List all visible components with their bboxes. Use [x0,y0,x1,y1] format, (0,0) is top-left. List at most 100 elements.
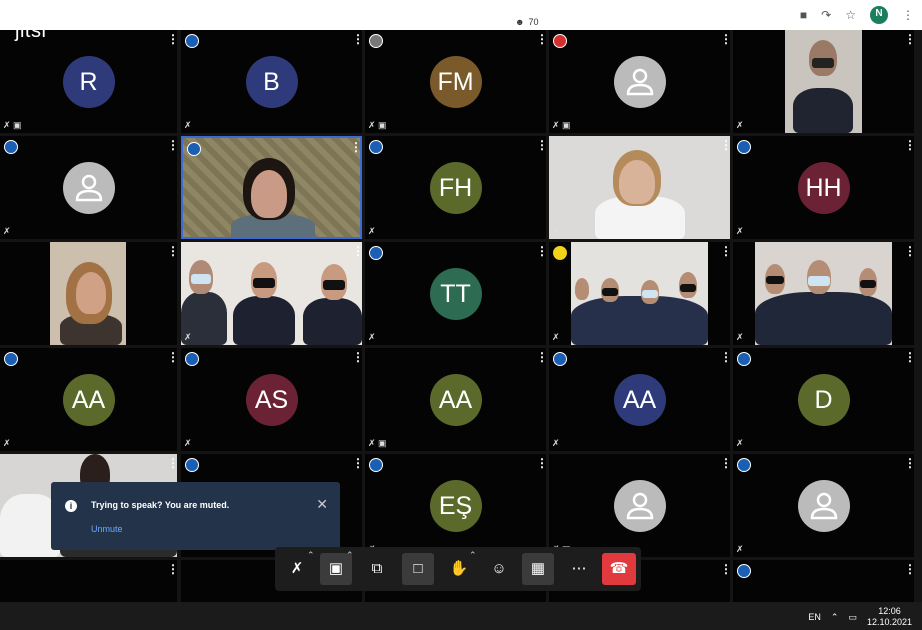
tile-menu-icon[interactable]: ⋮ [720,563,730,575]
mic-muted-icon: ✗ [736,332,744,342]
meeting-duration: 1:29:25 [469,17,503,28]
tile-menu-icon[interactable]: ⋮ [167,33,177,45]
participant-tile[interactable]: ⋮ ✗ [733,242,914,345]
participant-tile[interactable]: ⋮ ✗ [549,242,730,345]
tile-menu-icon[interactable]: ⋮ [904,33,914,45]
tile-menu-icon[interactable]: ⋮ [352,33,362,45]
participant-count-badge[interactable]: ☻ 70 [509,14,545,30]
camera-icon[interactable]: ■ [800,7,807,23]
chat-icon[interactable]: □ [402,553,434,585]
connection-quality-icon [185,352,199,366]
participant-tile[interactable]: ⋮ ✗ [181,242,362,345]
tile-menu-icon[interactable]: ⋮ [720,139,730,151]
mic-muted-icon: ✗ [552,226,560,236]
participant-tile[interactable]: ⋮ ✗ [733,454,914,557]
tile-menu-icon[interactable]: ⋮ [904,245,914,257]
bookmark-star-icon[interactable]: ☆ [845,7,856,23]
participant-tile[interactable]: ⋮ ✗ [549,136,730,239]
unmute-link[interactable]: Unmute [91,524,123,534]
participant-tile[interactable]: TT ⋮ ✗ [365,242,546,345]
default-avatar-icon [613,55,666,108]
mic-muted-icon: ✗ ▣ [368,120,387,130]
tile-menu-icon[interactable]: ⋮ [720,245,730,257]
share-icon[interactable]: ↷ [821,7,831,23]
participant-tile[interactable]: ⋮ ✗ ▣ [549,30,730,133]
tile-menu-icon[interactable]: ⋮ [352,245,362,257]
meeting-info-bar: Dmx 12 10 2021 1:29:25 [380,17,503,28]
tile-menu-icon[interactable]: ⋮ [720,33,730,45]
hang-up-icon[interactable]: ☎ [602,553,636,585]
network-icon[interactable]: ▭ [848,612,857,623]
participant-tile[interactable]: ⋮ [0,242,177,345]
meeting-title: Dmx 12 10 2021 [380,17,454,28]
participant-tile[interactable]: ⋮ ✗ ▣ [549,454,730,557]
close-icon[interactable]: ✕ [316,496,328,513]
clock-time: 12:06 [878,606,901,616]
tile-menu-icon[interactable]: ⋮ [720,457,730,469]
chevron-up-icon[interactable]: ⌃ [307,550,315,561]
participant-tile[interactable]: B ⋮ ✗ [181,30,362,133]
participant-tile[interactable]: ⋮ ✗ [733,30,914,133]
screen-share-icon[interactable]: ⧉ [361,553,393,585]
participant-tile[interactable]: FM ⋮ ✗ ▣ [365,30,546,133]
chevron-up-icon[interactable]: ⌃ [346,550,354,561]
tile-menu-icon[interactable]: ⋮ [167,245,177,257]
connection-quality-icon [185,34,199,48]
dominant-speaker-tile[interactable]: ⋮ [181,136,362,239]
muted-notification: i Trying to speak? You are muted. ✕ Unmu… [51,482,340,550]
participant-avatar: FH [429,161,482,214]
tile-menu-icon[interactable]: ⋮ [536,351,546,363]
tile-menu-icon[interactable]: ⋮ [904,139,914,151]
tile-menu-icon[interactable]: ⋮ [904,457,914,469]
info-icon: i [65,500,77,512]
chevron-up-icon[interactable]: ⌃ [469,550,477,561]
mic-muted-icon: ✗ [184,332,192,342]
tile-menu-icon[interactable]: ⋮ [167,563,177,575]
participant-tile[interactable]: FH ⋮ ✗ [365,136,546,239]
more-options-icon[interactable]: ⋯ [563,553,595,585]
tile-view-icon[interactable]: ▦ [522,553,554,585]
connection-quality-icon [369,458,383,472]
participant-tile[interactable]: ⋮ [733,560,914,602]
participant-avatar: AA [62,373,115,426]
tile-menu-icon[interactable]: ⋮ [536,457,546,469]
participant-tile[interactable]: D ⋮ ✗ [733,348,914,451]
participant-tile[interactable]: R ⋮ ✗ ▣ [0,30,177,133]
participant-tile[interactable]: AA ⋮ ✗ ▣ [365,348,546,451]
participants-icon[interactable]: ☺ [483,553,515,585]
participant-avatar: AS [245,373,298,426]
tile-menu-icon[interactable]: ⋮ [536,245,546,257]
tile-menu-icon[interactable]: ⋮ [536,139,546,151]
participant-avatar: EŞ [429,479,482,532]
tile-menu-icon[interactable]: ⋮ [352,351,362,363]
participant-tile[interactable]: ⋮ ✗ [0,136,177,239]
participant-video [549,136,730,239]
connection-quality-icon [737,352,751,366]
connection-quality-icon [4,352,18,366]
mic-muted-icon: ✗ [736,544,744,554]
participant-tile[interactable]: HH ⋮ ✗ [733,136,914,239]
tile-menu-icon[interactable]: ⋮ [352,457,362,469]
chevron-up-icon[interactable]: ⌃ [831,612,839,623]
tile-menu-icon[interactable]: ⋮ [904,351,914,363]
tile-menu-icon[interactable]: ⋮ [904,563,914,575]
tile-menu-icon[interactable]: ⋮ [167,139,177,151]
clock[interactable]: 12:06 12.10.2021 [867,606,912,628]
connection-quality-icon [4,140,18,154]
profile-avatar[interactable]: N [870,6,888,24]
participant-video [571,242,708,345]
participant-tile[interactable]: AS ⋮ ✗ [181,348,362,451]
participant-tile[interactable]: AA ⋮ ✗ [549,348,730,451]
mic-muted-icon: ✗ [736,120,744,130]
tile-menu-icon[interactable]: ⋮ [167,457,177,469]
participant-tile[interactable]: EŞ ⋮ ✗ [365,454,546,557]
participant-tile[interactable]: ⋮ [0,560,177,602]
menu-kebab-icon[interactable]: ⋮ [902,7,914,23]
language-indicator[interactable]: EN [808,612,821,622]
tile-menu-icon[interactable]: ⋮ [350,141,360,153]
default-avatar-icon [62,161,115,214]
participant-tile[interactable]: AA ⋮ ✗ [0,348,177,451]
tile-menu-icon[interactable]: ⋮ [167,351,177,363]
tile-menu-icon[interactable]: ⋮ [720,351,730,363]
tile-menu-icon[interactable]: ⋮ [536,33,546,45]
